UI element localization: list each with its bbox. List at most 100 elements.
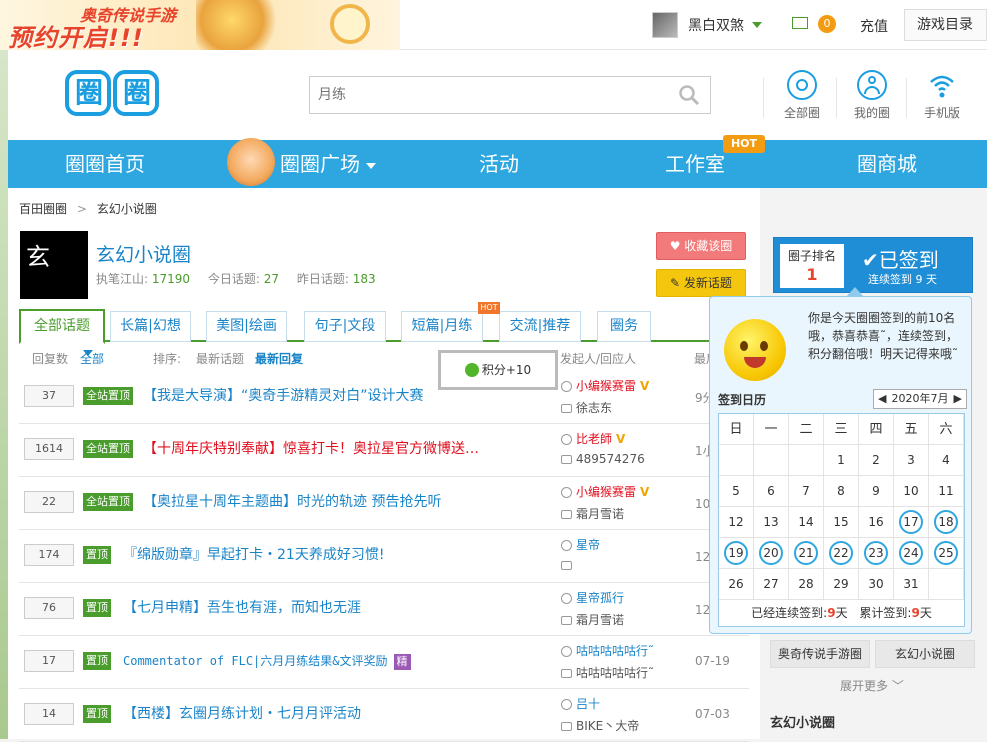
prev-month-icon[interactable]: ◀ [878,390,886,408]
nav-home[interactable]: 圈圈首页 [65,140,145,188]
table-row[interactable]: 22 全站置顶 【奥拉星十周年主题曲】时光的轨迹 预告抢先听 小编猴赛雷 V 霜月… [19,477,749,530]
weekday-header: 四 [859,414,894,445]
game-directory-label: 游戏目录 [917,17,973,33]
favorite-button-label: 收藏该圈 [684,239,733,253]
related-circle-button[interactable]: 奥奇传说手游圈 [770,640,870,668]
breadcrumb-root[interactable]: 百田圈圈 [19,202,67,216]
calendar-day: 13 [754,507,789,538]
topic-author[interactable]: 吕十 [561,695,600,712]
topic-author[interactable]: 小编猴赛雷 V [561,377,649,394]
header-link-label: 我的圈 [853,106,890,120]
topic-replier[interactable]: BIKE丶大帝 [561,717,639,734]
table-row[interactable]: 174 置顶 『绵版勋章』早起打卡・21天养成好习惯! 星帝 12分 [19,530,749,583]
expand-more-link[interactable]: 展开更多 ﹀ [840,677,904,694]
table-row[interactable]: 17 置顶 Commentator of FLC|六月月练结果&文评奖励精 咕咕… [19,636,749,689]
reply-count-header: 回复数 [32,352,69,366]
topic-author[interactable]: 星帝孤行 [561,589,624,606]
topic-author[interactable]: 星帝 [561,536,600,553]
reply-count: 14 [24,703,74,725]
topic-title-link[interactable]: 『绵版勋章』早起打卡・21天养成好习惯! [123,544,384,564]
new-topic-button[interactable]: ✎ 发新话题 [656,269,746,297]
tab-circle-affairs[interactable]: 圈务 [597,311,651,342]
weekday-header: 二 [789,414,824,445]
user-status-icon [561,540,572,551]
topic-replier[interactable]: 徐志东 [561,399,612,416]
promo-line2: 预约开启!!! [8,24,144,50]
sort-latest-reply[interactable]: 最新回复 [255,350,303,367]
favorite-circle-button[interactable]: ♥ 收藏该圈 [656,232,746,260]
reply-count: 17 [24,650,74,672]
comment-icon [561,669,572,678]
header-link-all-circles[interactable]: 全部圈 [772,70,832,121]
topic-author[interactable]: 咕咕咕咕咕行˜ [561,642,654,659]
tab-long-fantasy[interactable]: 长篇|幻想 [110,311,191,342]
signin-box[interactable]: 圈子排名 1 ✔已签到 连续签到 9 天 [773,237,973,293]
reply-count: 1614 [24,438,74,460]
calendar-day: 8 [824,476,859,507]
topic-title-link[interactable]: 【我是大导演】“奥奇手游精灵对白”设计大赛 [143,385,424,405]
user-menu[interactable]: 黑白双煞 [652,10,762,40]
signin-calendar: 日一二三四五六 1 2 3 4 5 6 7 8 9 10 11 12 13 14 15 16 17 18 19 20 2… [718,413,965,627]
related-circle-button[interactable]: 玄幻小说圈 [875,640,975,668]
topic-replier[interactable]: 霜月雪诺 [561,611,624,628]
tab-hot-badge: HOT [478,302,500,314]
topic-replier[interactable]: 霜月雪诺 [561,505,624,522]
search-input[interactable] [310,77,650,113]
mail-count-badge[interactable]: 0 [818,15,836,33]
calendar-day: 12 [719,507,754,538]
tab-art[interactable]: 美图|绘画 [206,311,287,342]
topic-author[interactable]: 比老師 V [561,430,625,447]
user-status-icon [561,381,572,392]
topic-replier[interactable] [561,558,576,572]
master-value[interactable]: 17190 [152,272,190,286]
topic-title-link[interactable]: Commentator of FLC|六月月练结果&文评奖励 [123,654,388,668]
topic-replier[interactable]: 489574276 [561,452,645,466]
tab-short-monthly[interactable]: 短篇|月练 [401,311,483,342]
table-row[interactable]: 76 置顶 【七月申精】吾生也有涯，而知也无涯 星帝孤行 霜月雪诺 12小 [19,583,749,636]
tab-all-topics[interactable]: 全部话题 [19,309,105,344]
topic-title-link[interactable]: 【西楼】玄圈月练计划・七月月评活动 [123,703,361,723]
promo-banner[interactable]: 奥奇传说手游 预约开启!!! [0,0,400,50]
next-month-icon[interactable]: ▶ [954,390,962,408]
topic-replier[interactable]: 咕咕咕咕咕行˜ [561,664,654,681]
tab-sentences[interactable]: 句子|文段 [304,311,386,342]
chevron-down-icon[interactable] [752,22,762,28]
last-reply-time: 07-19 [695,654,730,668]
site-logo[interactable]: 圈圈 [65,70,161,120]
sort-label: 排序: [153,352,182,366]
month-selector[interactable]: ◀ 2020年7月 ▶ [873,389,967,409]
calendar-week: 26 27 28 29 30 31 [719,569,964,600]
nav-plaza-label: 圈圈广场 [280,152,360,176]
nav-plaza[interactable]: 圈圈广场 [280,140,376,188]
topic-title-link[interactable]: 【十周年庆特别奉献】惊喜打卡！奥拉星官方微博送… [143,438,479,458]
user-icon [857,70,887,100]
calendar-day [754,445,789,476]
mail-icon[interactable] [792,17,808,29]
topic-author[interactable]: 小编猴赛雷 V [561,483,649,500]
game-directory-dropdown[interactable]: 游戏目录 [904,9,987,59]
recharge-link[interactable]: 充值 [860,16,888,36]
tab-exchange[interactable]: 交流|推荐 [499,311,581,342]
nav-events[interactable]: 活动 [479,140,519,188]
table-row[interactable]: 14 置顶 【西楼】玄圈月练计划・七月月评活动 吕十 BIKE丶大帝 07-03 [19,689,749,742]
user-status-icon [561,646,572,657]
search-icon[interactable] [678,84,700,106]
topic-title-link[interactable]: 【七月申精】吾生也有涯，而知也无涯 [123,597,361,617]
calendar-day: 25 [929,538,964,569]
header-link-my-circles[interactable]: 我的圈 [842,70,902,121]
username[interactable]: 黑白双煞 [688,15,744,35]
nav-mall[interactable]: 圈商城 [857,140,917,188]
topic-title-link[interactable]: 【奥拉星十周年主题曲】时光的轨迹 预告抢先听 [143,491,441,511]
signed-day-marker: 19 [724,541,748,565]
header-link-mobile[interactable]: 手机版 [912,70,972,121]
replier-name: BIKE丶大帝 [576,719,640,733]
vip-badge: V [640,379,650,393]
avatar[interactable] [652,12,678,38]
circle-name[interactable]: 玄幻小说圈 [96,240,191,267]
sort-latest-topic[interactable]: 最新话题 [196,350,244,367]
table-row[interactable]: 37 全站置顶 【我是大导演】“奥奇手游精灵对白”设计大赛 小编猴赛雷 V 徐志东… [19,371,749,424]
breadcrumb: 百田圈圈 > 玄幻小说圈 [19,200,157,217]
breadcrumb-current[interactable]: 玄幻小说圈 [97,202,157,216]
table-row[interactable]: 1614 全站置顶 【十周年庆特别奉献】惊喜打卡！奥拉星官方微博送… 比老師 V … [19,424,749,477]
nav-studio[interactable]: 工作室 [665,140,725,188]
